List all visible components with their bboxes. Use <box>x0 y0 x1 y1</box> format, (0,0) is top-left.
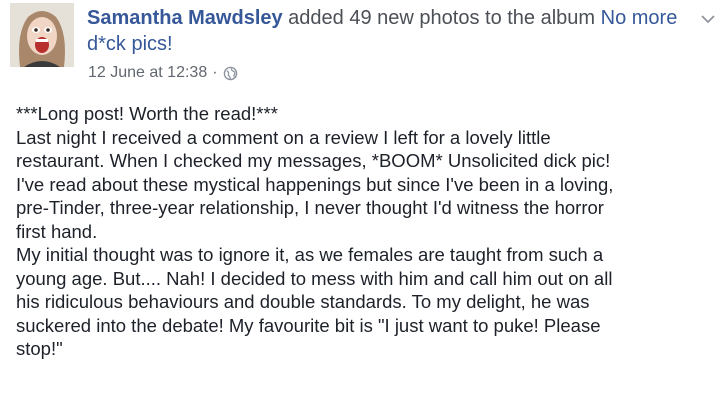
globe-icon[interactable] <box>223 66 238 81</box>
post-paragraph: My initial thought was to ignore it, as … <box>16 244 613 359</box>
chevron-down-icon[interactable] <box>700 12 716 24</box>
meta-separator: · <box>212 64 218 81</box>
post-timestamp[interactable]: 12 June at 12:38 <box>88 63 207 83</box>
post-body: ***Long post! Worth the read!*** Last ni… <box>16 102 716 361</box>
post-paragraph: Last night I received a comment on a rev… <box>16 126 614 242</box>
post-paragraph: ***Long post! Worth the read!*** <box>16 103 278 124</box>
profile-photo <box>10 3 74 67</box>
post-header: Samantha Mawdsley added 49 new photos to… <box>87 5 687 57</box>
avatar[interactable] <box>10 3 74 67</box>
action-text: added 49 new photos to the album <box>282 7 601 29</box>
author-name[interactable]: Samantha Mawdsley <box>87 7 283 29</box>
post-meta: 12 June at 12:38 · <box>88 63 238 83</box>
facebook-post: Samantha Mawdsley added 49 new photos to… <box>0 0 728 410</box>
